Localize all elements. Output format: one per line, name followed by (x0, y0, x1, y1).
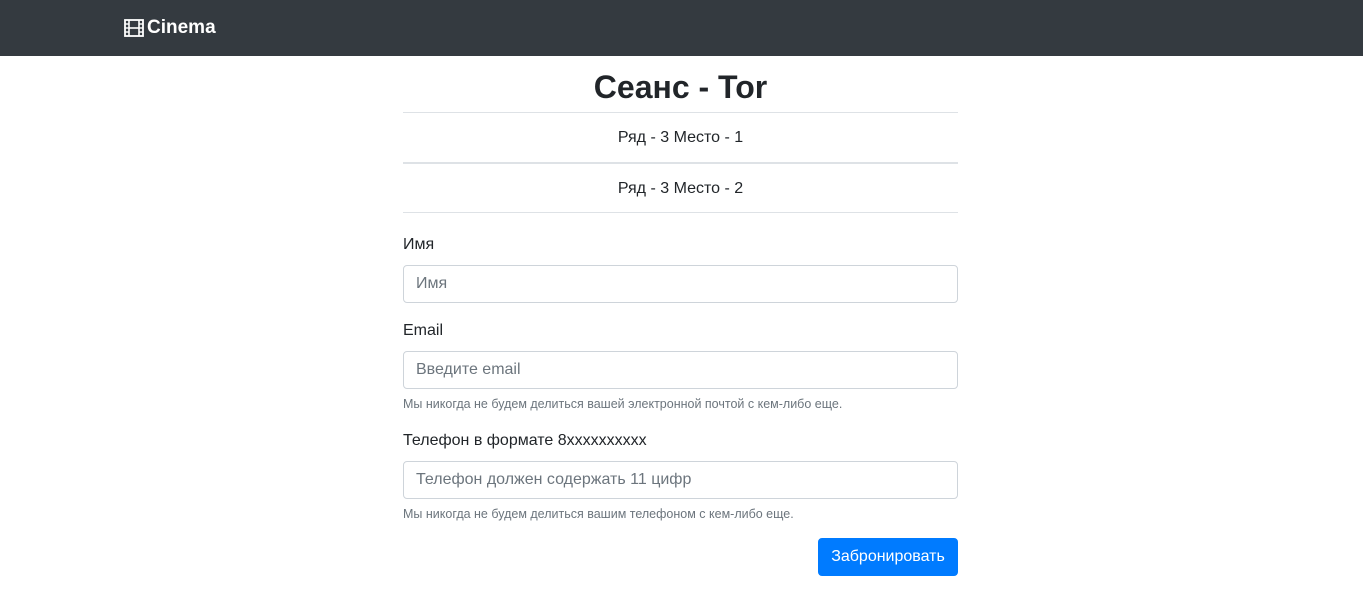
seat-list-item: Ряд - 3 Место - 2 (403, 163, 958, 213)
booking-container: Сеанс - Tor Ряд - 3 Место - 1 Ряд - 3 Ме… (403, 56, 958, 576)
name-label: Имя (403, 236, 435, 253)
seat-list-item: Ряд - 3 Место - 1 (403, 113, 958, 163)
phone-help-text: Мы никогда не будем делиться вашим телеф… (403, 507, 794, 521)
email-help-text: Мы никогда не будем делиться вашей элект… (403, 397, 843, 411)
film-icon (124, 18, 144, 38)
email-label: Email (403, 322, 444, 339)
navbar: Cinema (0, 0, 1363, 56)
email-input[interactable] (403, 351, 958, 389)
brand-label: Cinema (147, 17, 216, 38)
book-button[interactable]: Забронировать (818, 538, 958, 576)
phone-input[interactable] (403, 461, 958, 499)
page-title: Сеанс - Tor (593, 69, 768, 105)
brand-link[interactable]: Cinema (124, 16, 216, 40)
phone-label: Телефон в формате 8xxxxxxxxxx (403, 432, 647, 449)
seat-list: Ряд - 3 Место - 1 Ряд - 3 Место - 2 (403, 112, 958, 213)
name-input[interactable] (403, 265, 958, 303)
